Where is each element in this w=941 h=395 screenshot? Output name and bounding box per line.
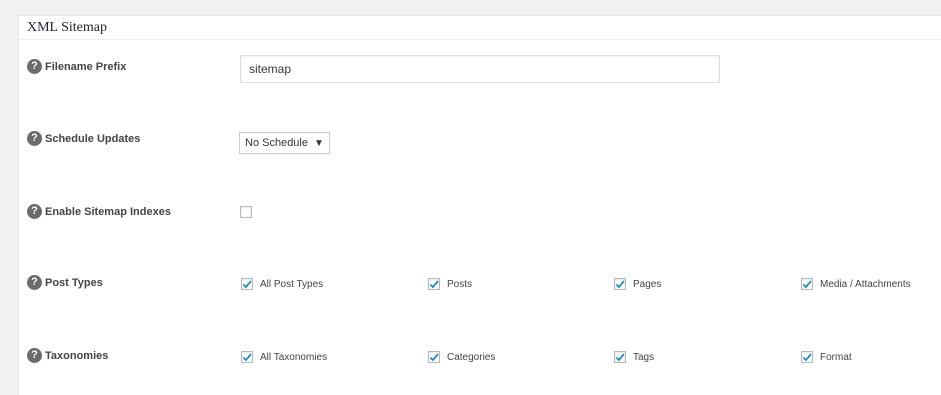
taxonomy-option: All Taxonomies	[241, 351, 327, 363]
checkmark-icon	[242, 353, 252, 361]
filename-prefix-input[interactable]	[240, 55, 720, 83]
post-types-label-row: ? Post Types	[27, 275, 103, 290]
post-type-option-label: Posts	[447, 278, 473, 290]
panel-title: XML Sitemap	[27, 20, 107, 35]
post-type-option: Pages	[614, 278, 661, 290]
help-question-icon[interactable]: ?	[27, 275, 42, 290]
taxonomies-label-row: ? Taxonomies	[27, 348, 108, 363]
taxonomy-option-label: All Taxonomies	[260, 351, 328, 363]
caret-down-icon: ▼	[314, 137, 324, 149]
taxonomy-checkbox[interactable]	[614, 351, 626, 363]
taxonomy-option-label: Format	[820, 351, 852, 363]
post-type-checkbox[interactable]	[614, 278, 626, 290]
schedule-updates-select[interactable]: No Schedule ▼	[239, 132, 330, 154]
post-type-option-label: Pages	[633, 278, 662, 290]
post-type-option: Media / Attachments	[801, 278, 911, 290]
taxonomy-checkbox[interactable]	[801, 351, 813, 363]
enable-sitemap-indexes-checkbox[interactable]	[240, 206, 252, 218]
post-types-label: Post Types	[45, 276, 103, 289]
help-question-icon[interactable]: ?	[27, 348, 42, 363]
schedule-updates-label: Schedule Updates	[45, 132, 141, 145]
schedule-updates-label-row: ? Schedule Updates	[27, 131, 140, 146]
taxonomy-option-label: Categories	[447, 351, 496, 363]
post-type-checkbox[interactable]	[801, 278, 813, 290]
checkmark-icon	[242, 280, 252, 288]
post-type-option: Posts	[428, 278, 472, 290]
checkmark-icon	[802, 353, 812, 361]
post-type-checkbox[interactable]	[241, 278, 253, 290]
title-divider	[19, 39, 941, 40]
post-type-option-label: Media / Attachments	[820, 278, 911, 290]
schedule-updates-selected: No Schedule	[245, 137, 308, 149]
help-question-icon[interactable]: ?	[27, 204, 42, 219]
enable-sitemap-indexes-label-row: ? Enable Sitemap Indexes	[27, 204, 171, 219]
taxonomy-option: Categories	[428, 351, 495, 363]
taxonomy-option-label: Tags	[633, 351, 655, 363]
filename-prefix-label-row: ? Filename Prefix	[27, 59, 126, 74]
taxonomy-checkbox[interactable]	[241, 351, 253, 363]
filename-prefix-label: Filename Prefix	[45, 60, 127, 73]
taxonomy-option: Format	[801, 351, 852, 363]
help-question-icon[interactable]: ?	[27, 59, 42, 74]
checkmark-icon	[615, 280, 625, 288]
xml-sitemap-panel: XML Sitemap ? Filename Prefix ? Schedule…	[18, 15, 941, 395]
enable-sitemap-indexes-label: Enable Sitemap Indexes	[45, 205, 171, 218]
checkmark-icon	[615, 353, 625, 361]
post-type-option: All Post Types	[241, 278, 323, 290]
checkmark-icon	[802, 280, 812, 288]
checkmark-icon	[429, 353, 439, 361]
post-type-checkbox[interactable]	[428, 278, 440, 290]
post-type-option-label: All Post Types	[260, 278, 324, 290]
taxonomies-label: Taxonomies	[45, 349, 109, 362]
checkmark-icon	[429, 280, 439, 288]
taxonomy-checkbox[interactable]	[428, 351, 440, 363]
enable-sitemap-indexes-item	[240, 206, 252, 218]
taxonomy-option: Tags	[614, 351, 654, 363]
help-question-icon[interactable]: ?	[27, 131, 42, 146]
